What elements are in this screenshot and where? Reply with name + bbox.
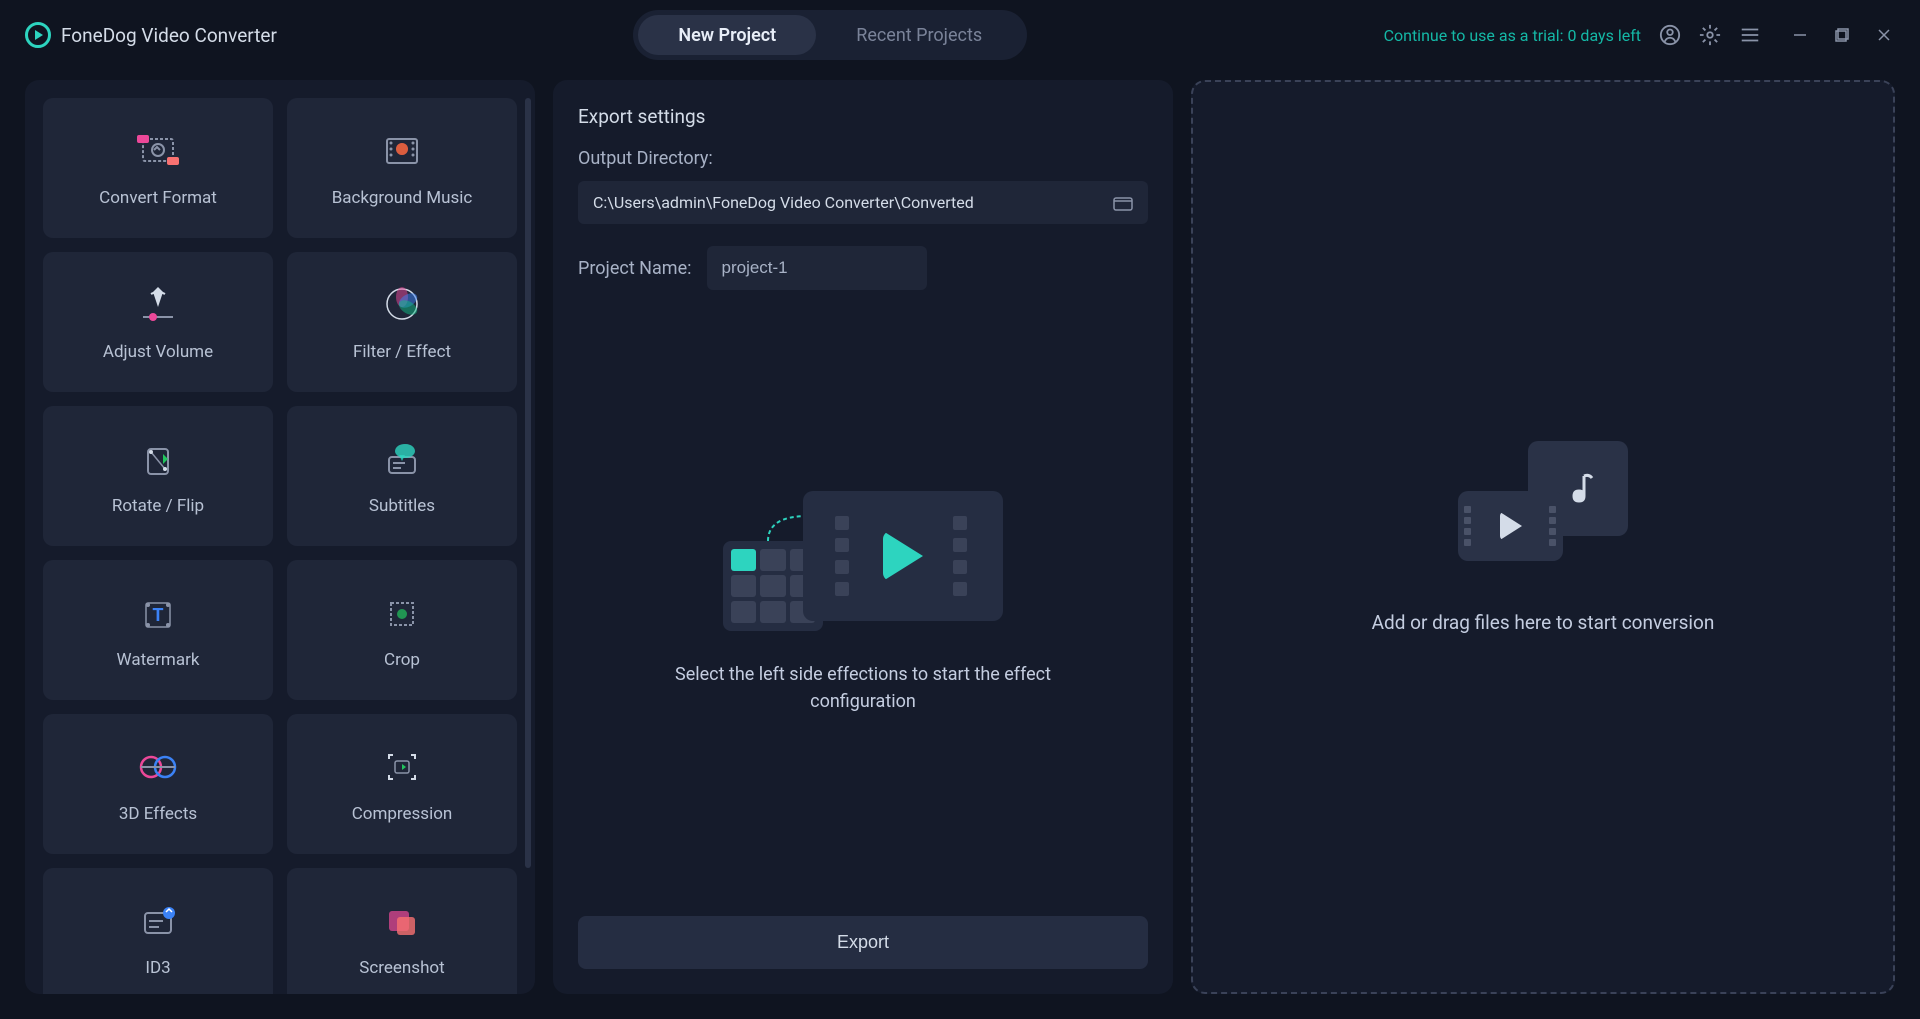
close-icon[interactable] [1873, 24, 1895, 46]
compression-icon [377, 744, 427, 789]
tab-recent-projects[interactable]: Recent Projects [816, 15, 1022, 55]
drop-zone-text: Add or drag files here to start conversi… [1372, 611, 1715, 634]
tool-watermark[interactable]: T Watermark [43, 560, 273, 700]
tab-new-project[interactable]: New Project [638, 15, 816, 55]
scrollbar[interactable] [525, 98, 531, 868]
tool-label: Adjust Volume [103, 342, 213, 362]
tool-label: Crop [384, 650, 420, 670]
background-music-icon [377, 128, 427, 173]
crop-icon [377, 590, 427, 635]
titlebar: FoneDog Video Converter New Project Rece… [0, 0, 1920, 70]
output-directory-field[interactable]: C:\Users\admin\FoneDog Video Converter\C… [578, 181, 1148, 224]
export-settings-header: Export settings [578, 105, 1148, 128]
tool-adjust-volume[interactable]: Adjust Volume [43, 252, 273, 392]
maximize-icon[interactable] [1831, 24, 1853, 46]
tool-background-music[interactable]: Background Music [287, 98, 517, 238]
project-name-label: Project Name: [578, 258, 692, 279]
tool-filter-effect[interactable]: Filter / Effect [287, 252, 517, 392]
logo-icon [25, 22, 51, 48]
tool-screenshot[interactable]: Screenshot [287, 868, 517, 994]
svg-text:T: T [152, 605, 163, 626]
rotate-flip-icon [133, 436, 183, 481]
menu-icon[interactable] [1739, 24, 1761, 46]
tool-compression[interactable]: Compression [287, 714, 517, 854]
project-name-input[interactable] [707, 246, 927, 290]
screenshot-icon [377, 898, 427, 943]
trial-status[interactable]: Continue to use as a trial: 0 days left [1384, 26, 1641, 45]
drop-zone[interactable]: Add or drag files here to start conversi… [1191, 80, 1895, 994]
effect-hint-text: Select the left side effections to start… [663, 661, 1063, 715]
tool-label: Watermark [117, 650, 200, 670]
account-icon[interactable] [1659, 24, 1681, 46]
output-directory-label: Output Directory: [578, 148, 1148, 169]
tool-3d-effects[interactable]: 3D Effects [43, 714, 273, 854]
effect-illustration [723, 491, 1003, 631]
tool-label: Compression [352, 804, 453, 824]
watermark-icon: T [133, 590, 183, 635]
folder-icon[interactable] [1113, 195, 1133, 211]
3d-effects-icon [133, 744, 183, 789]
id3-icon [133, 898, 183, 943]
tool-id3[interactable]: ID3 [43, 868, 273, 994]
tool-label: Subtitles [369, 496, 435, 516]
drop-illustration [1458, 441, 1628, 561]
export-panel: Export settings Output Directory: C:\Use… [553, 80, 1173, 994]
subtitles-icon [377, 436, 427, 481]
tool-rotate-flip[interactable]: Rotate / Flip [43, 406, 273, 546]
filter-effect-icon [377, 282, 427, 327]
tool-label: Background Music [332, 188, 473, 208]
gear-icon[interactable] [1699, 24, 1721, 46]
tool-label: ID3 [145, 958, 170, 978]
tool-label: Convert Format [99, 188, 217, 208]
export-button[interactable]: Export [578, 916, 1148, 969]
app-title: FoneDog Video Converter [61, 24, 277, 47]
tool-convert-format[interactable]: Convert Format [43, 98, 273, 238]
tool-label: Screenshot [359, 958, 444, 978]
logo: FoneDog Video Converter [25, 22, 277, 48]
tool-crop[interactable]: Crop [287, 560, 517, 700]
tool-label: 3D Effects [119, 804, 197, 824]
adjust-volume-icon [133, 282, 183, 327]
tool-label: Filter / Effect [353, 342, 451, 362]
tool-subtitles[interactable]: Subtitles [287, 406, 517, 546]
tools-panel: Convert Format Background Music Adjust V… [25, 80, 535, 994]
output-path-value: C:\Users\admin\FoneDog Video Converter\C… [593, 193, 974, 212]
minimize-icon[interactable] [1789, 24, 1811, 46]
convert-format-icon [133, 128, 183, 173]
project-tabs: New Project Recent Projects [633, 10, 1027, 60]
tool-label: Rotate / Flip [112, 496, 204, 516]
